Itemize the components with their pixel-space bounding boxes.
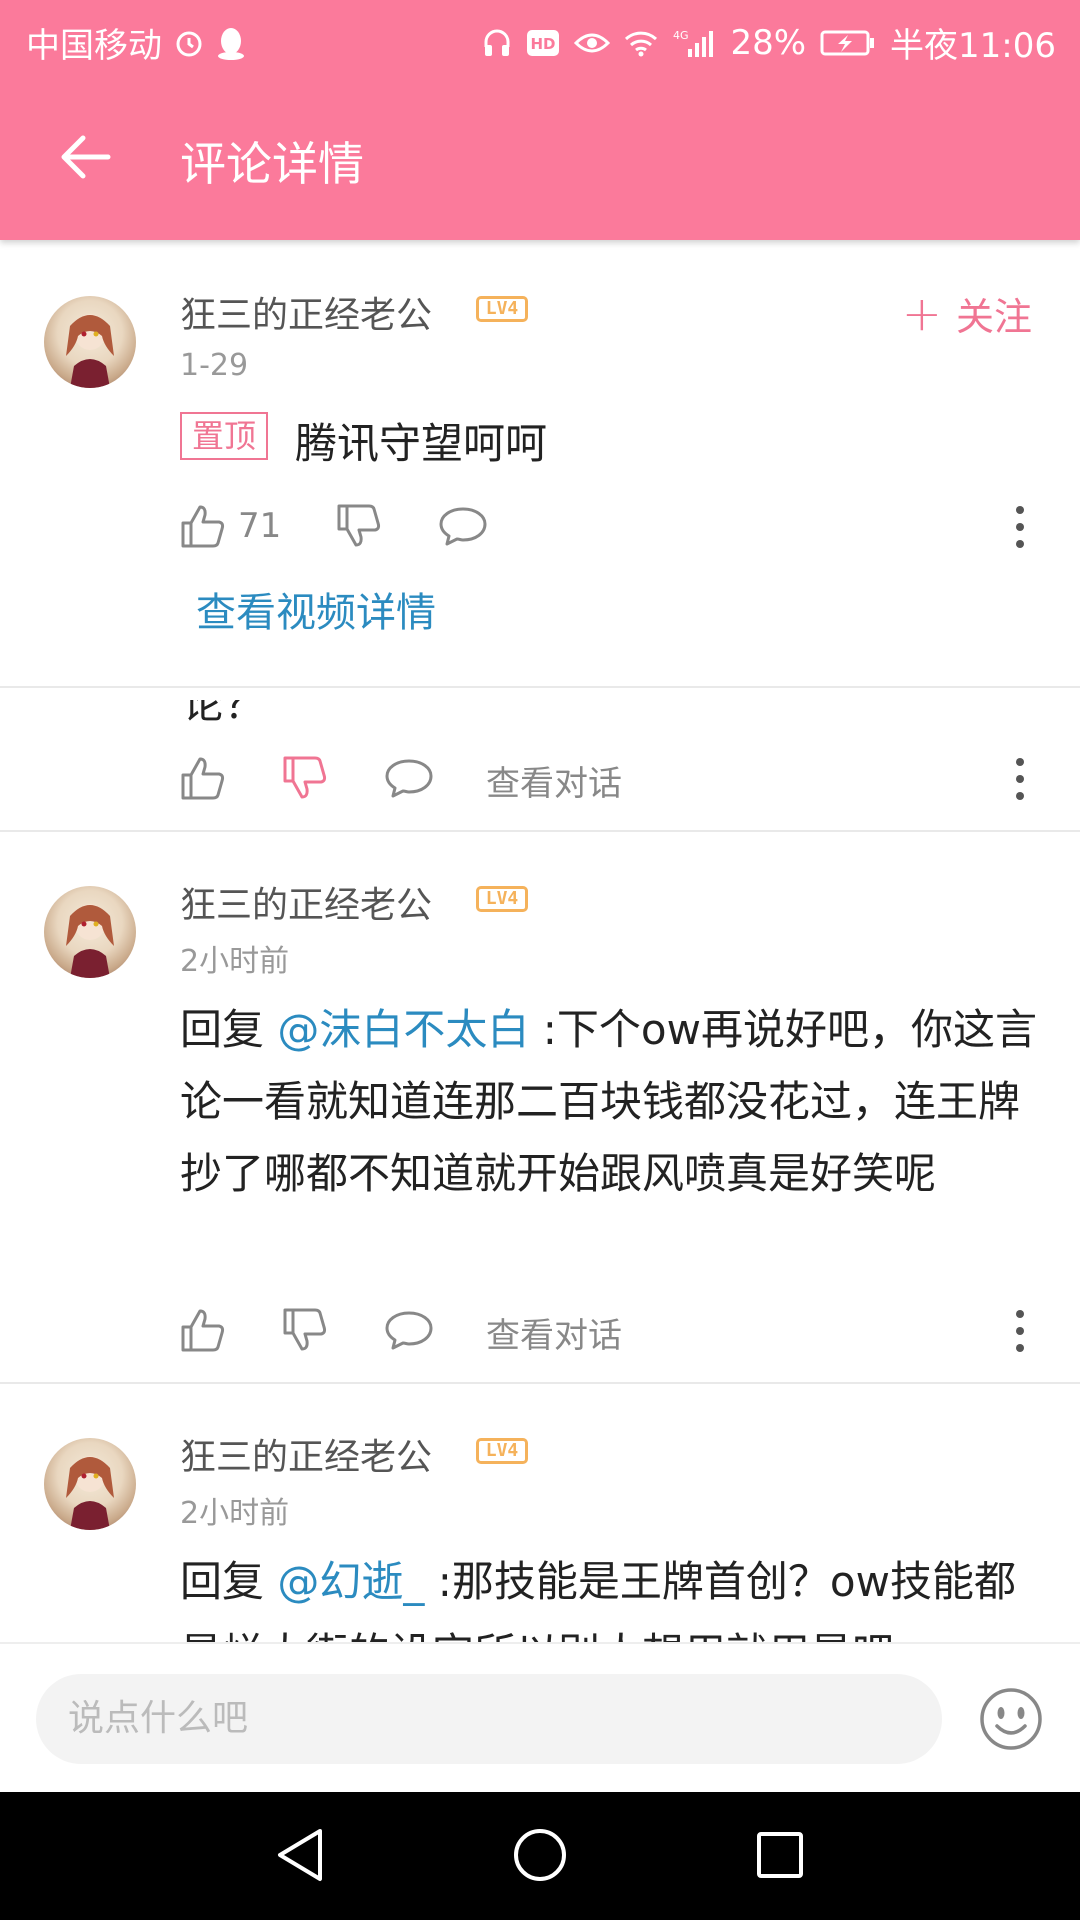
dislike-button[interactable] <box>336 496 382 556</box>
like-button[interactable] <box>180 748 226 808</box>
action-row: 查看对话 <box>180 748 1040 808</box>
eye-icon <box>574 30 611 56</box>
view-dialog-link[interactable]: 查看对话 <box>486 1308 622 1357</box>
square-recents-icon <box>757 1832 803 1878</box>
avatar-image <box>66 314 114 388</box>
hd-icon: HD <box>526 28 560 58</box>
nav-recents-button[interactable] <box>745 1820 815 1890</box>
reply-prefix: 回复 <box>180 1557 265 1606</box>
reply-button[interactable] <box>438 496 488 556</box>
header: 中国移动 HD 4G 28% 半夜11:06 评论详情 <box>0 0 1080 240</box>
username[interactable]: 狂三的正经老公 <box>180 286 432 338</box>
smiley-icon <box>980 1688 1042 1750</box>
level-badge: LV4 <box>476 886 528 912</box>
comment-input[interactable]: 说点什么吧 <box>36 1674 942 1764</box>
divider <box>0 686 1080 688</box>
comment-text: 回复 @沫白不太白 :下个ow再说好吧，你这言论一看就知道连那二百块钱都没花过，… <box>180 994 1040 1282</box>
back-button[interactable] <box>50 122 120 192</box>
follow-button[interactable]: + 关注 <box>902 286 1032 341</box>
view-video-link[interactable]: 查看视频详情 <box>196 580 436 638</box>
thumbs-up-icon <box>181 1309 225 1352</box>
comment-text: 论？ <box>182 679 267 728</box>
wifi-icon <box>624 29 658 57</box>
reply-button[interactable] <box>384 748 434 808</box>
reply-prefix: 回复 <box>180 1005 265 1054</box>
view-dialog-link[interactable]: 查看对话 <box>486 756 622 805</box>
more-options-button[interactable] <box>1000 1306 1040 1356</box>
avatar-image <box>66 904 114 978</box>
more-options-button[interactable] <box>1000 502 1040 552</box>
alarm-icon <box>174 28 204 58</box>
circle-home-icon <box>514 1829 566 1881</box>
thumbs-down-icon <box>283 756 327 799</box>
thumbs-up-icon <box>181 505 225 548</box>
avatar[interactable] <box>44 886 136 978</box>
like-button[interactable] <box>180 1300 226 1360</box>
svg-text:HD: HD <box>531 35 556 53</box>
comment-text: 腾讯守望呵呵 <box>295 419 548 468</box>
username[interactable]: 狂三的正经老公 <box>180 876 432 928</box>
comment-text: 回复 @幻逝_ :那技能是王牌首创？ow技能都是烂大街的设定所以别人想用就用是吧 <box>180 1546 1040 1642</box>
network-type-label: 4G <box>673 29 689 42</box>
divider <box>0 1382 1080 1384</box>
nav-back-button[interactable] <box>265 1820 335 1890</box>
speech-bubble-icon <box>385 1311 433 1350</box>
signal-icon: 4G <box>672 27 716 59</box>
plus-icon: + <box>901 285 942 342</box>
triangle-back-icon <box>278 1829 322 1881</box>
level-badge: LV4 <box>476 296 528 322</box>
mention-link[interactable]: @沫白不太白 <box>277 1005 529 1054</box>
comment-time: 2小时前 <box>180 1496 290 1531</box>
speech-bubble-icon <box>385 759 433 798</box>
thumbs-up-icon <box>181 757 225 800</box>
comment-time: 1-29 <box>180 348 249 383</box>
system-nav-bar <box>0 1792 1080 1920</box>
pinned-tag: 置顶 <box>180 412 269 460</box>
action-row: 71 <box>180 496 1040 556</box>
headphones-icon <box>482 27 512 59</box>
follow-label: 关注 <box>955 295 1032 339</box>
thumbs-down-icon <box>283 1308 327 1351</box>
battery-percent: 28% <box>730 22 807 63</box>
comment-time: 2小时前 <box>180 944 290 979</box>
dislike-button[interactable] <box>282 1300 328 1360</box>
back-arrow-icon <box>61 135 111 179</box>
mention-link[interactable]: @幻逝_ <box>277 1557 424 1606</box>
like-count: 71 <box>238 506 282 546</box>
comment-list[interactable]: 狂三的正经老公 LV4 1-29 + 关注 置顶 腾讯守望呵呵 71 查看视频详… <box>0 240 1080 1642</box>
avatar-image <box>66 1456 114 1530</box>
nav-home-button[interactable] <box>505 1820 575 1890</box>
qq-penguin-icon <box>216 26 246 60</box>
divider <box>0 830 1080 832</box>
emoji-button[interactable] <box>978 1686 1044 1752</box>
action-row: 查看对话 <box>180 1300 1040 1360</box>
status-bar: 中国移动 HD 4G 28% 半夜11:06 <box>0 0 1080 76</box>
level-badge: LV4 <box>476 1438 528 1464</box>
more-options-button[interactable] <box>1000 754 1040 804</box>
username[interactable]: 狂三的正经老公 <box>180 1428 432 1480</box>
comment-input-bar: 说点什么吧 <box>0 1642 1080 1792</box>
avatar[interactable] <box>44 296 136 388</box>
dislike-button-active[interactable] <box>282 748 328 808</box>
reply-button[interactable] <box>384 1300 434 1360</box>
like-button[interactable]: 71 <box>180 496 281 556</box>
thumbs-down-icon <box>337 504 381 547</box>
clock: 半夜11:06 <box>890 26 1056 66</box>
carrier-label: 中国移动 <box>26 26 162 66</box>
battery-charging-icon <box>820 29 876 57</box>
speech-bubble-icon <box>439 507 487 546</box>
avatar[interactable] <box>44 1438 136 1530</box>
page-title: 评论详情 <box>180 137 364 191</box>
